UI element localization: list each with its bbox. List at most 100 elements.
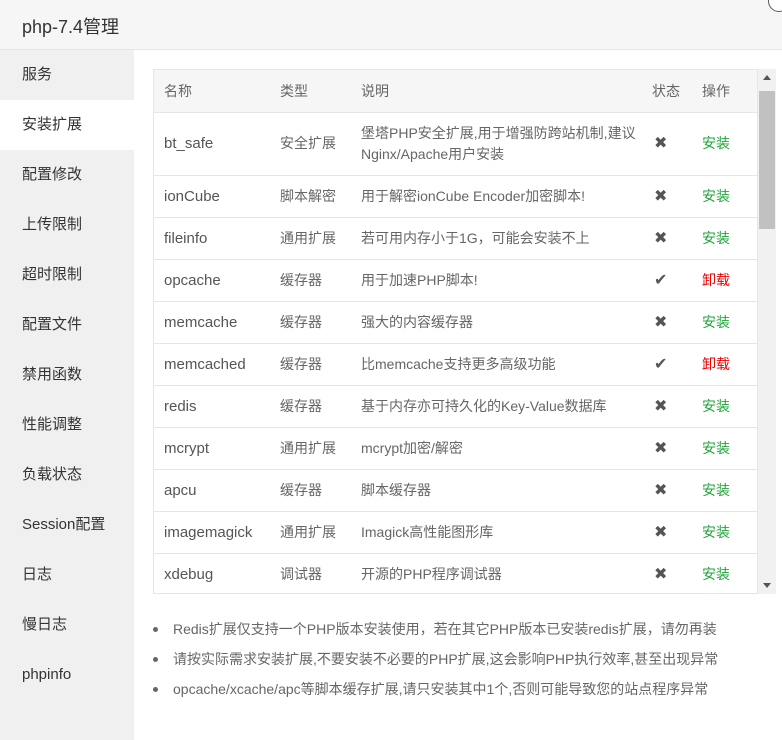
extension-name: apcu: [154, 469, 270, 512]
extension-description: 强大的内容缓存器: [351, 301, 642, 344]
extension-type: 脚本解密: [270, 175, 351, 218]
extension-type: 缓存器: [270, 385, 351, 428]
extension-name: xdebug: [154, 553, 270, 593]
sidebar-item-service[interactable]: 服务: [0, 50, 134, 100]
extension-type: 通用扩展: [270, 427, 351, 470]
sidebar-item-config-file[interactable]: 配置文件: [0, 300, 134, 350]
status-icon: ✔: [642, 343, 692, 386]
table-row: apcu 缓存器 脚本缓存器 ✖ 安装: [154, 469, 757, 512]
status-icon: ✖: [642, 112, 692, 176]
extension-description: mcrypt加密/解密: [351, 427, 642, 470]
install-link[interactable]: 安装: [702, 314, 730, 330]
header-name: 名称: [154, 70, 270, 113]
scrollbar-thumb[interactable]: [759, 91, 775, 229]
sidebar-item-upload-limit[interactable]: 上传限制: [0, 200, 134, 250]
table-row: imagemagick 通用扩展 Imagick高性能图形库 ✖ 安装: [154, 511, 757, 554]
window-title: php-7.4管理: [22, 17, 120, 37]
header-type: 类型: [270, 70, 351, 113]
status-icon: ✖: [642, 427, 692, 470]
sidebar: 服务 安装扩展 配置修改 上传限制 超时限制 配置文件 禁用函数 性能调整 负载…: [0, 50, 134, 740]
tips-list: Redis扩展仅支持一个PHP版本安装使用，若在其它PHP版本已安装redis扩…: [153, 617, 773, 707]
extension-description: 开源的PHP程序调试器: [351, 553, 642, 593]
header-description: 说明: [351, 70, 642, 113]
operation-cell: 安装: [692, 553, 757, 593]
extension-name: mcrypt: [154, 427, 270, 470]
install-link[interactable]: 安装: [702, 135, 730, 151]
extension-description: 用于加速PHP脚本!: [351, 259, 642, 302]
header-operation: 操作: [692, 70, 757, 113]
sidebar-item-phpinfo[interactable]: phpinfo: [0, 650, 134, 700]
title-bar: php-7.4管理: [0, 0, 782, 50]
scroll-up-icon[interactable]: [763, 75, 771, 80]
table-row: ionCube 脚本解密 用于解密ionCube Encoder加密脚本! ✖ 安装: [154, 175, 757, 218]
uninstall-link[interactable]: 卸载: [702, 356, 730, 372]
operation-cell: 安装: [692, 112, 757, 176]
table-row: xdebug 调试器 开源的PHP程序调试器 ✖ 安装: [154, 553, 757, 593]
install-link[interactable]: 安装: [702, 482, 730, 498]
extension-description: 比memcache支持更多高级功能: [351, 343, 642, 386]
extension-description: 用于解密ionCube Encoder加密脚本!: [351, 175, 642, 218]
extension-name: opcache: [154, 259, 270, 302]
extension-type: 缓存器: [270, 259, 351, 302]
install-link[interactable]: 安装: [702, 398, 730, 414]
uninstall-link[interactable]: 卸载: [702, 272, 730, 288]
extension-type: 缓存器: [270, 343, 351, 386]
extension-type: 调试器: [270, 553, 351, 593]
operation-cell: 安装: [692, 175, 757, 218]
table-row: bt_safe 安全扩展 堡塔PHP安全扩展,用于增强防跨站机制,建议Nginx/A…: [154, 112, 757, 176]
extension-name: imagemagick: [154, 511, 270, 554]
extension-name: fileinfo: [154, 217, 270, 260]
sidebar-item-session[interactable]: Session配置: [0, 500, 134, 550]
extensions-table: 名称 类型 说明 状态 操作 bt_safe 安全扩展 堡塔PHP安全扩展,用于增强…: [154, 70, 757, 593]
tip-item: opcache/xcache/apc等脚本缓存扩展,请只安装其中1个,否则可能导…: [153, 677, 773, 707]
status-icon: ✖: [642, 217, 692, 260]
extension-type: 缓存器: [270, 301, 351, 344]
scroll-down-icon[interactable]: [763, 583, 771, 588]
operation-cell: 卸载: [692, 259, 757, 302]
status-icon: ✖: [642, 469, 692, 512]
status-icon: ✖: [642, 553, 692, 593]
table-header-row: 名称 类型 说明 状态 操作: [154, 70, 757, 113]
extension-name: memcache: [154, 301, 270, 344]
sidebar-item-config-edit[interactable]: 配置修改: [0, 150, 134, 200]
install-link[interactable]: 安装: [702, 188, 730, 204]
sidebar-item-performance[interactable]: 性能调整: [0, 400, 134, 450]
sidebar-item-slow-log[interactable]: 慢日志: [0, 600, 134, 650]
table-row: mcrypt 通用扩展 mcrypt加密/解密 ✖ 安装: [154, 427, 757, 470]
extension-name: memcached: [154, 343, 270, 386]
extension-type: 通用扩展: [270, 217, 351, 260]
sidebar-item-load-status[interactable]: 负载状态: [0, 450, 134, 500]
status-icon: ✔: [642, 259, 692, 302]
status-icon: ✖: [642, 301, 692, 344]
extension-description: Imagick高性能图形库: [351, 511, 642, 554]
extension-type: 通用扩展: [270, 511, 351, 554]
tip-item: Redis扩展仅支持一个PHP版本安装使用，若在其它PHP版本已安装redis扩…: [153, 617, 773, 647]
table-row: redis 缓存器 基于内存亦可持久化的Key-Value数据库 ✖ 安装: [154, 385, 757, 428]
status-icon: ✖: [642, 175, 692, 218]
table-row: opcache 缓存器 用于加速PHP脚本! ✔ 卸载: [154, 259, 757, 302]
operation-cell: 安装: [692, 385, 757, 428]
extension-description: 基于内存亦可持久化的Key-Value数据库: [351, 385, 642, 428]
install-link[interactable]: 安装: [702, 566, 730, 582]
sidebar-item-timeout-limit[interactable]: 超时限制: [0, 250, 134, 300]
install-link[interactable]: 安装: [702, 524, 730, 540]
table-row: memcache 缓存器 强大的内容缓存器 ✖ 安装: [154, 301, 757, 344]
status-icon: ✖: [642, 385, 692, 428]
operation-cell: 卸载: [692, 343, 757, 386]
sidebar-item-disabled-functions[interactable]: 禁用函数: [0, 350, 134, 400]
extension-description: 脚本缓存器: [351, 469, 642, 512]
table-row: fileinfo 通用扩展 若可用内存小于1G，可能会安装不上 ✖ 安装: [154, 217, 757, 260]
operation-cell: 安装: [692, 301, 757, 344]
extensions-table-container[interactable]: 名称 类型 说明 状态 操作 bt_safe 安全扩展 堡塔PHP安全扩展,用于增强…: [153, 69, 758, 594]
install-link[interactable]: 安装: [702, 440, 730, 456]
table-scrollbar[interactable]: [758, 69, 776, 594]
operation-cell: 安装: [692, 217, 757, 260]
close-icon[interactable]: [768, 0, 782, 12]
tip-item: 请按实际需求安装扩展,不要安装不必要的PHP扩展,这会影响PHP执行效率,甚至出…: [153, 647, 773, 677]
install-link[interactable]: 安装: [702, 230, 730, 246]
operation-cell: 安装: [692, 511, 757, 554]
extension-name: bt_safe: [154, 112, 270, 176]
sidebar-item-install-extensions[interactable]: 安装扩展: [0, 100, 134, 150]
sidebar-item-log[interactable]: 日志: [0, 550, 134, 600]
main-content: 名称 类型 说明 状态 操作 bt_safe 安全扩展 堡塔PHP安全扩展,用于增强…: [134, 50, 782, 740]
